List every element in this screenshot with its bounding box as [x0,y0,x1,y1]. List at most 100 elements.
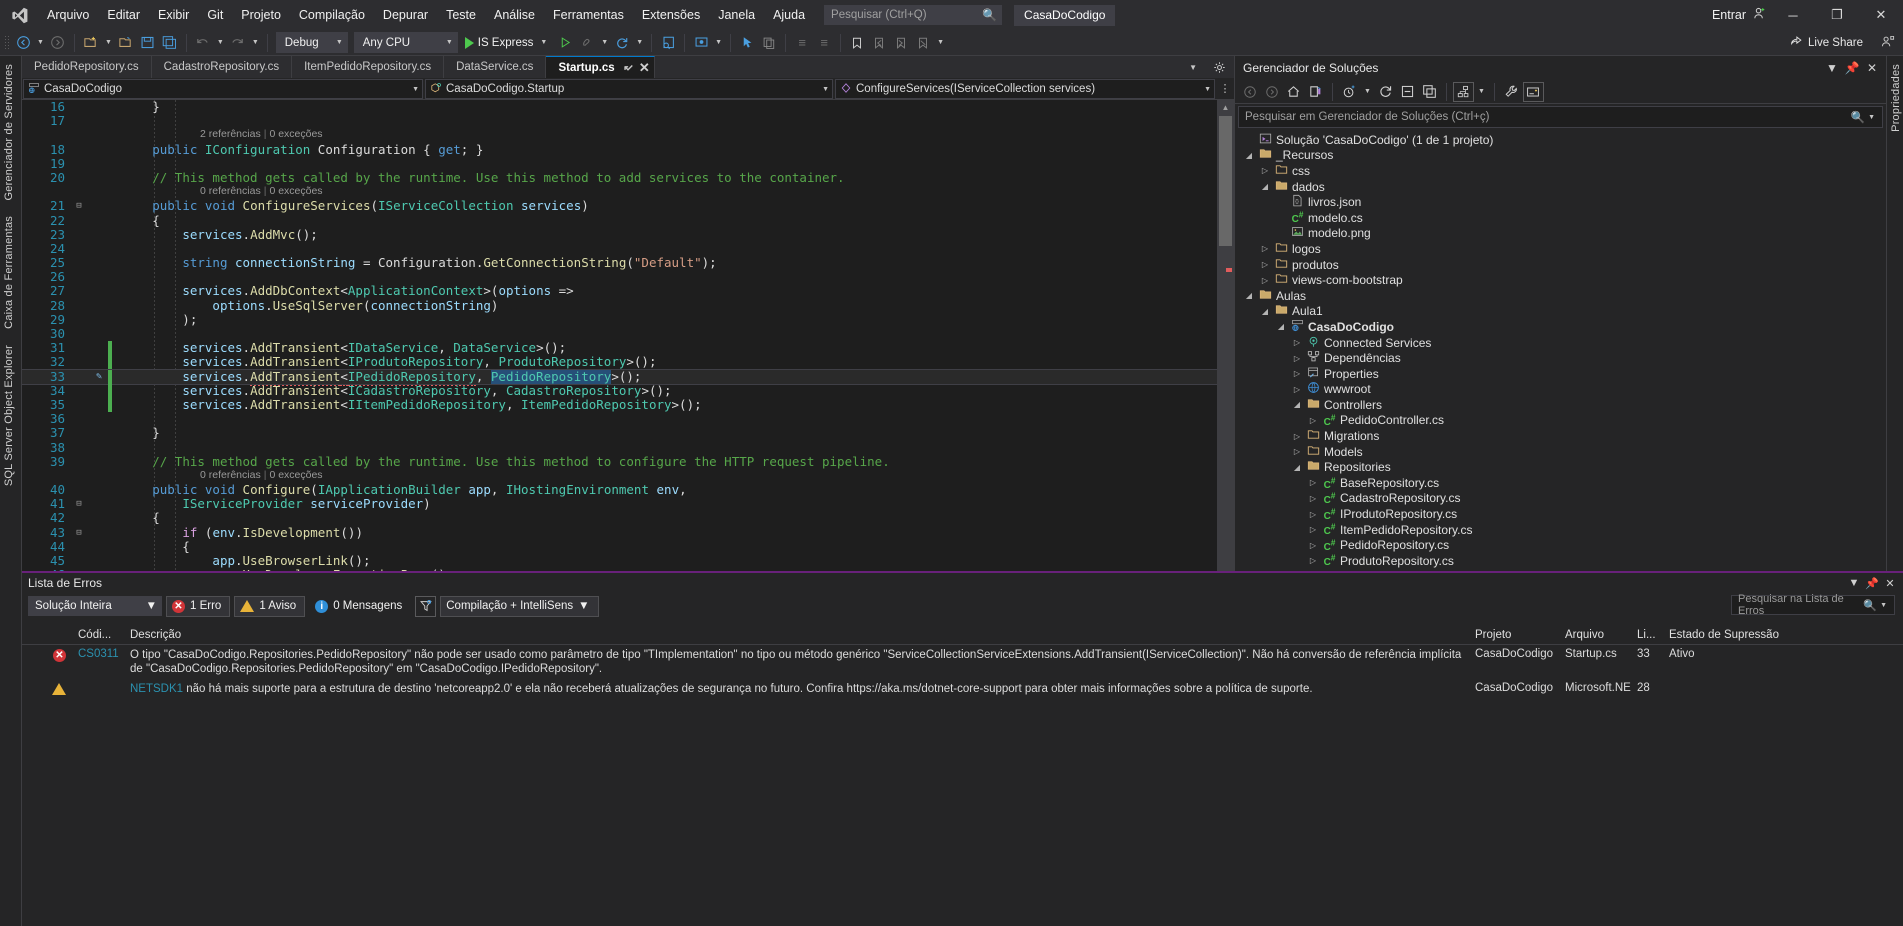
chevron-collapsed-icon[interactable]: ▷ [1257,260,1273,269]
tree-item-casadocodigo[interactable]: ◢ CasaDoCodigo [1235,319,1886,335]
chevron-down-icon[interactable]: ▼ [537,39,550,46]
rail-tab-properties[interactable]: Propriedades [1887,56,1903,140]
tree-item-properties[interactable]: ▷ Properties [1235,366,1886,382]
chevron-collapsed-icon[interactable]: ▷ [1305,525,1321,534]
fold-toggle-icon[interactable]: ⊟ [68,497,90,511]
navigate-back-dropdown-icon[interactable]: ▼ [34,39,47,46]
tree-item-modelo-png[interactable]: modelo.png [1235,226,1886,242]
error-list-row[interactable]: NETSDK1 não há mais suporte para a estru… [22,679,1903,699]
menu-item-exibir[interactable]: Exibir [149,2,198,28]
pin-icon[interactable]: 📌 [1863,577,1881,590]
warnings-filter-toggle[interactable]: 1 Aviso [234,595,306,617]
close-icon[interactable]: ✕ [639,60,650,76]
start-debugging-button[interactable]: IS Express ▼ [461,36,555,49]
toolbar-grip[interactable] [4,34,9,51]
chevron-collapsed-icon[interactable]: ▷ [1305,494,1321,503]
close-icon[interactable]: ✕ [1862,61,1882,75]
quick-actions-icon[interactable]: ✎ [96,370,102,384]
copy-icon[interactable] [758,32,780,54]
redo-icon[interactable] [227,32,249,54]
previous-bookmark-icon[interactable] [868,32,890,54]
chevron-collapsed-icon[interactable]: ▷ [1257,244,1273,253]
solution-explorer-search[interactable]: Pesquisar em Gerenciador de Soluções (Ct… [1238,106,1883,128]
tree-item-iprodutorepository-cs[interactable]: ▷ C# IProdutoRepository.cs [1235,506,1886,522]
chevron-collapsed-icon[interactable]: ▷ [1257,276,1273,285]
chevron-collapsed-icon[interactable]: ▷ [1289,432,1305,441]
navigate-back-icon[interactable] [12,32,34,54]
tree-item-controllers[interactable]: ◢ Controllers [1235,397,1886,413]
tree-item-livros-json[interactable]: {} livros.json [1235,194,1886,210]
tree-item-modelo-cs[interactable]: C# modelo.cs [1235,210,1886,226]
close-button[interactable]: ✕ [1859,0,1903,30]
live-preview-icon[interactable] [690,32,712,54]
tree-item-migrations[interactable]: ▷ Migrations [1235,428,1886,444]
menu-item-ferramentas[interactable]: Ferramentas [544,2,633,28]
chevron-down-icon[interactable]: ▼ [633,39,646,46]
tree-item-baserepository-cs[interactable]: ▷ C# BaseRepository.cs [1235,475,1886,491]
column-header-suppression[interactable]: Estado de Supressão [1663,629,1903,641]
editor-tab-startup-cs[interactable]: Startup.cs ↲ ✕ [546,56,655,78]
feedback-icon[interactable] [1880,34,1895,52]
menu-item-janela[interactable]: Janela [709,2,764,28]
clear-bookmarks-icon[interactable] [912,32,934,54]
properties-wrench-icon[interactable] [1501,82,1522,102]
column-header-project[interactable]: Projeto [1469,629,1559,641]
chevron-collapsed-icon[interactable]: ▷ [1289,385,1305,394]
toolbar-overflow-icon[interactable]: ▼ [934,39,947,46]
pending-changes-filter-icon[interactable] [1339,82,1360,102]
chevron-collapsed-icon[interactable]: ▷ [1289,338,1305,347]
tree-item-produtorepository-cs[interactable]: ▷ C# ProdutoRepository.cs [1235,553,1886,569]
open-file-icon[interactable] [115,32,137,54]
tree-item-aulas[interactable]: ◢ Aulas [1235,288,1886,304]
tree-item-models[interactable]: ▷ Models [1235,444,1886,460]
chevron-expanded-icon[interactable]: ◢ [1257,307,1273,316]
bookmark-icon[interactable] [846,32,868,54]
editor-vertical-scrollbar[interactable]: ▲ [1217,100,1234,571]
error-scope-dropdown[interactable]: Solução Inteira ▼ [28,596,162,616]
restore-button[interactable]: ❐ [1815,0,1859,30]
undo-dropdown-icon[interactable]: ▼ [214,39,227,46]
chevron-collapsed-icon[interactable]: ▷ [1305,416,1321,425]
tree-item-cadastrorepository-cs[interactable]: ▷ C# CadastroRepository.cs [1235,491,1886,507]
chevron-collapsed-icon[interactable]: ▷ [1305,556,1321,565]
quick-launch-search[interactable]: Pesquisar (Ctrl+Q) 🔍 [824,5,1003,25]
scroll-up-icon[interactable]: ▲ [1217,100,1234,115]
tree-item--recursos[interactable]: ◢ _Recursos [1235,148,1886,164]
chevron-down-icon[interactable]: ▼ [1475,88,1488,95]
show-all-files-icon[interactable] [1419,82,1440,102]
navbar-type-dropdown[interactable]: CasaDoCodigo.Startup ▼ [425,79,833,99]
attach-process-icon[interactable] [576,32,598,54]
rail-tab-toolbox[interactable]: Caixa de Ferramentas [0,208,18,337]
navbar-member-dropdown[interactable]: ConfigureServices(IServiceCollection ser… [835,79,1215,99]
chevron-expanded-icon[interactable]: ◢ [1257,182,1273,191]
chevron-expanded-icon[interactable]: ◢ [1289,400,1305,409]
decrease-indent-icon[interactable]: ≡ [791,32,813,54]
scrollbar-thumb[interactable] [1219,116,1232,246]
tree-item-aula1[interactable]: ◢ Aula1 [1235,304,1886,320]
tree-item-views-com-bootstrap[interactable]: ▷ views-com-bootstrap [1235,272,1886,288]
chevron-expanded-icon[interactable]: ◢ [1241,291,1257,300]
split-window-icon[interactable]: ⋮ [1216,78,1234,99]
fold-toggle-icon[interactable]: ⊟ [68,526,90,540]
tree-item-connected-services[interactable]: ▷ Connected Services [1235,335,1886,351]
tree-item-pedidorepository-cs[interactable]: ▷ C# PedidoRepository.cs [1235,537,1886,553]
save-icon[interactable] [137,32,159,54]
build-filter-dropdown[interactable]: Compilação + IntelliSens ▼ [440,595,599,617]
solution-tree[interactable]: Solução 'CasaDoCodigo' (1 de 1 projeto) ◢… [1235,130,1886,570]
column-header-description[interactable]: Descrição [124,629,1469,641]
column-header-file[interactable]: Arquivo [1559,629,1631,641]
chevron-collapsed-icon[interactable]: ▷ [1289,447,1305,456]
menu-item-teste[interactable]: Teste [437,2,485,28]
sync-with-active-document-icon[interactable] [1305,82,1326,102]
tree-item-views[interactable]: ▷Views [1235,569,1886,570]
save-all-icon[interactable] [159,32,181,54]
tree-item-wwwroot[interactable]: ▷ wwwroot [1235,382,1886,398]
restart-icon[interactable] [611,32,633,54]
preview-selected-items-icon[interactable] [657,32,679,54]
menu-item-extensoes[interactable]: Extensões [633,2,709,28]
editor-tab-dataservice-cs[interactable]: DataService.cs [444,56,547,78]
close-icon[interactable]: ✕ [1881,577,1899,590]
menu-item-git[interactable]: Git [198,2,232,28]
chevron-down-icon[interactable]: ▼ [1865,114,1878,121]
chevron-expanded-icon[interactable]: ◢ [1241,151,1257,160]
